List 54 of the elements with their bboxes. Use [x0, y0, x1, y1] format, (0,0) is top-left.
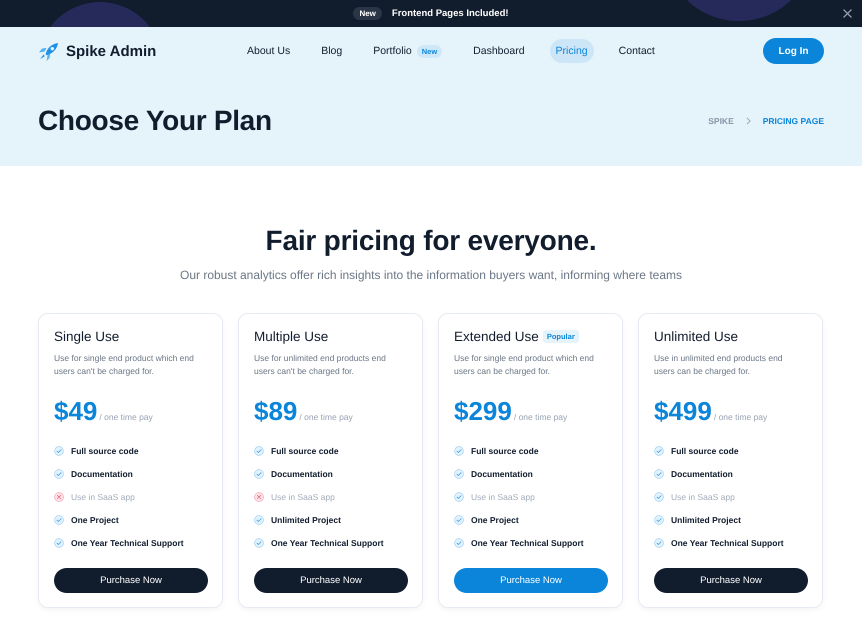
announcement-text: Frontend Pages Included! — [392, 8, 509, 19]
feature-label: One Year Technical Support — [271, 538, 384, 548]
feature-label: Use in SaaS app — [271, 492, 335, 502]
feature-label: Use in SaaS app — [671, 492, 735, 502]
rocket-logo-icon[interactable] — [38, 42, 59, 60]
feature-label: Documentation — [671, 468, 733, 478]
plan-description: Use for unlimited end products end users can't be charged for. — [254, 352, 387, 378]
feature-label: Full source code — [271, 446, 339, 456]
feature-label: One Year Technical Support — [671, 538, 784, 548]
purchase-button[interactable]: Purchase Now — [454, 568, 608, 593]
nav-link[interactable]: Contact — [612, 39, 661, 63]
feature-label: One Project — [471, 514, 519, 524]
plan-description: Use for single end product which end users can't be charged for. — [54, 352, 195, 378]
price-period: / one time pay — [514, 412, 568, 422]
feature-label: Use in SaaS app — [471, 492, 535, 502]
price-period: / one time pay — [299, 412, 353, 422]
section-heading: Fair pricing for everyone. — [264, 224, 598, 258]
feature-label: Documentation — [471, 468, 533, 478]
login-button[interactable]: Log In — [763, 38, 824, 64]
feature-label: One Project — [71, 514, 119, 524]
nav-link[interactable]: Blog — [315, 39, 348, 63]
page-title: Choose Your Plan — [38, 104, 272, 138]
feature-label: Full source code — [471, 446, 539, 456]
purchase-button[interactable]: Purchase Now — [54, 568, 208, 593]
purchase-button[interactable]: Purchase Now — [654, 568, 808, 593]
plan-price: $49 — [54, 395, 98, 427]
plan-description: Use in unlimited end products end users can be charged for. — [654, 352, 784, 378]
feature-label: Use in SaaS app — [71, 492, 135, 502]
section-subtitle: Our robust analytics offer rich insights into the information buyers want, informing where teams — [178, 267, 683, 284]
price-period: / one time pay — [714, 412, 768, 422]
plan-name: Unlimited Use — [654, 328, 738, 344]
feature-label: One Year Technical Support — [71, 538, 184, 548]
close-icon[interactable] — [843, 9, 852, 18]
plan-price: $89 — [254, 395, 298, 427]
nav-link[interactable]: About Us — [241, 39, 296, 63]
plan-name: Multiple Use — [254, 328, 328, 344]
purchase-button[interactable]: Purchase Now — [254, 568, 408, 593]
logo-text[interactable]: Spike Admin — [66, 42, 156, 60]
feature-label: Documentation — [71, 468, 133, 478]
feature-label: Unlimited Project — [271, 514, 341, 524]
feature-label: Documentation — [271, 468, 333, 478]
plan-name: Single Use — [54, 328, 120, 344]
plan-price: $499 — [654, 395, 712, 427]
feature-label: Full source code — [671, 446, 739, 456]
plan-description: Use for single end product which end users can be charged for. — [454, 352, 595, 378]
plan-price: $299 — [454, 395, 512, 427]
chevron-right-icon — [746, 117, 751, 125]
new-badge: New — [353, 7, 382, 20]
feature-label: One Year Technical Support — [471, 538, 584, 548]
nav-link[interactable]: Dashboard — [467, 39, 531, 63]
price-period: / one time pay — [99, 412, 153, 422]
feature-label: Unlimited Project — [671, 514, 741, 524]
feature-label: Full source code — [71, 446, 139, 456]
plan-name: Extended Use — [454, 328, 539, 344]
